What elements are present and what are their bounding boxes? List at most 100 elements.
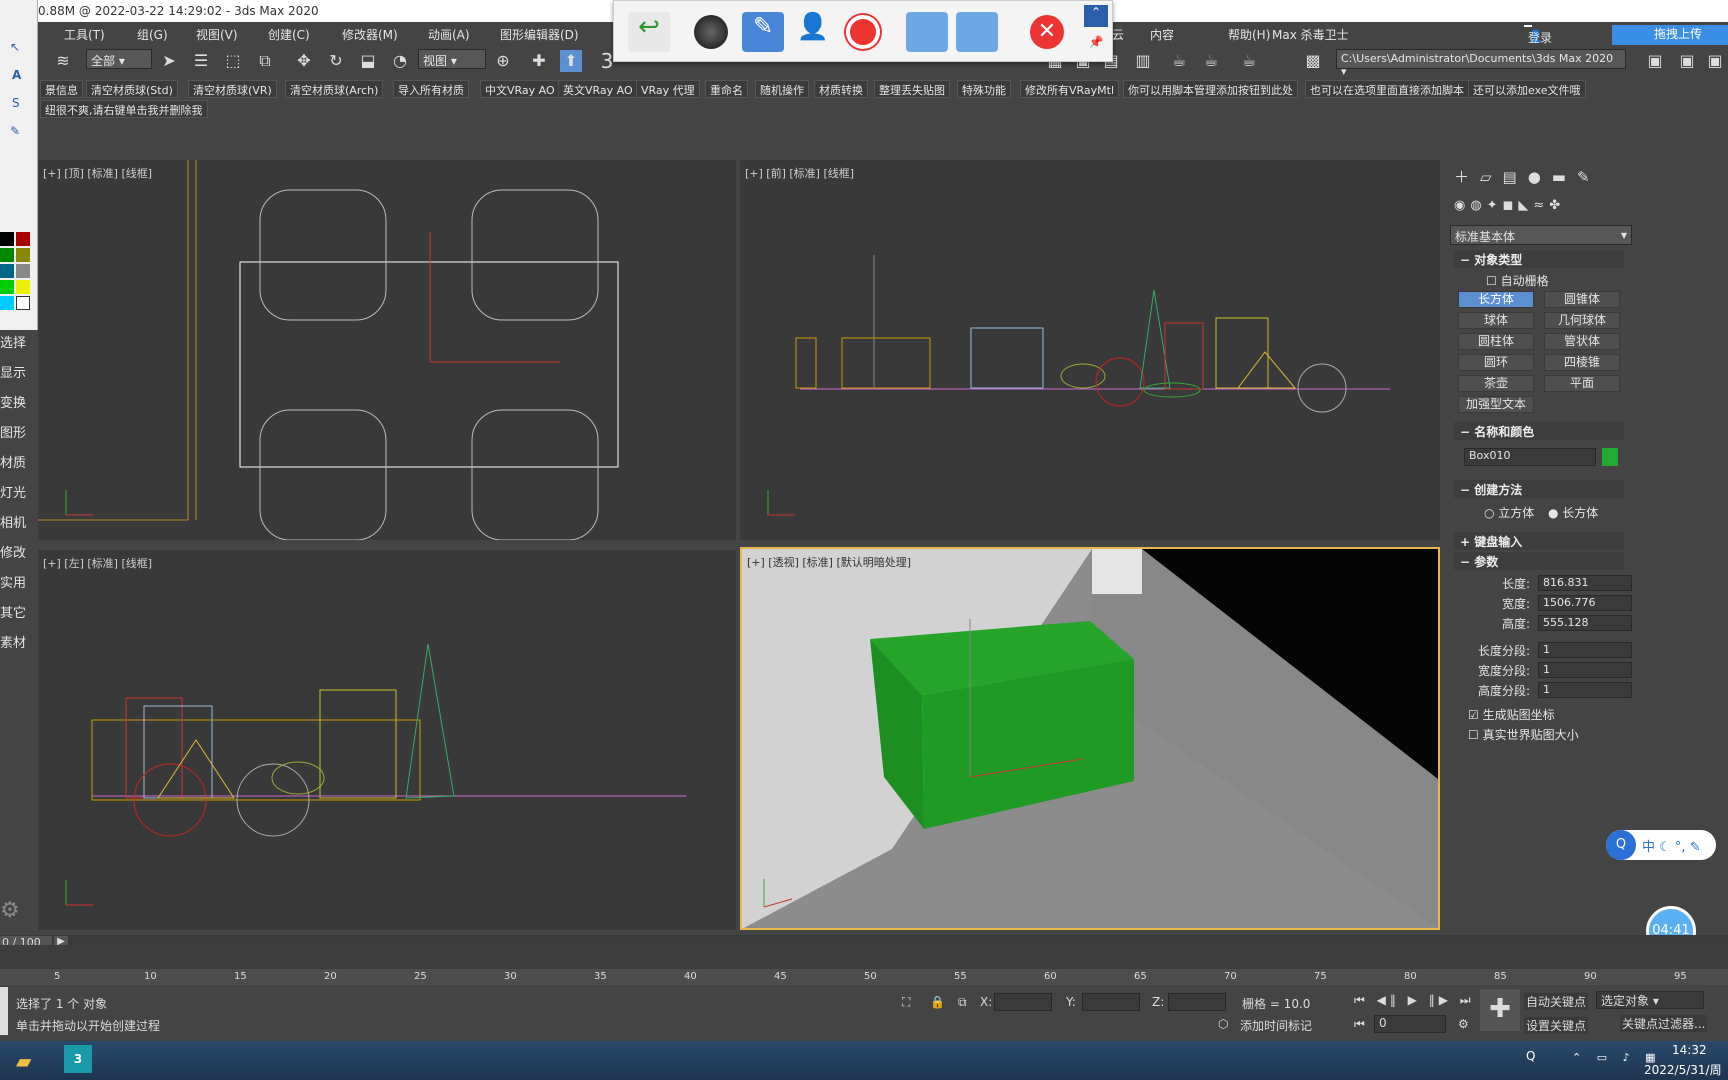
object-sphere-button[interactable]: 球体 [1458,312,1534,329]
place-icon[interactable]: ◔ [389,50,411,72]
settings-gear-icon[interactable]: ⚙ [0,898,20,923]
object-geosphere-button[interactable]: 几何球体 [1544,312,1620,329]
method-box-radio[interactable]: ● 长方体 [1548,504,1598,521]
viewport-top[interactable]: [+] [顶] [标准] [线框] [38,160,736,540]
render-iterative-icon[interactable]: ☕ [1238,50,1260,72]
rollout-keyboard-entry[interactable]: + 键盘输入 [1454,532,1624,550]
pin-icon[interactable]: 📌 [1084,35,1108,57]
gen-mapping-checkbox[interactable]: ☑ 生成贴图坐标 [1468,706,1555,723]
rect-selection-icon[interactable]: ⬚ [222,50,244,72]
script-button[interactable]: 清空材质球(Arch) [285,80,384,98]
qq-tray-icon[interactable]: Q [1526,1049,1535,1063]
menu-tools[interactable]: 工具(T) [64,26,105,43]
workspace-icon[interactable]: ▣ [1644,50,1666,72]
z-coord-field[interactable] [1168,993,1226,1011]
script-button[interactable]: 中文VRay AO [480,80,560,98]
create-category-icons[interactable]: ◉◍✦◼◣≈✤ [1454,198,1624,213]
login-button[interactable]: 👤 登录 [1524,25,1552,45]
pivot-icon[interactable]: ⊕ [492,50,514,72]
autogrid-checkbox[interactable]: ☐ 自动栅格 [1486,272,1549,289]
object-pyramid-button[interactable]: 四棱锥 [1544,354,1620,371]
script-button[interactable]: 随机操作 [755,80,809,98]
absolute-mode-icon[interactable]: ⧉ [958,995,967,1010]
object-cylinder-button[interactable]: 圆柱体 [1458,333,1534,350]
menu-views[interactable]: 视图(V) [196,26,238,43]
close-icon[interactable]: ✕ [1026,12,1068,52]
script-button[interactable]: 还可以添加exe文件哦 [1468,80,1586,98]
record-icon[interactable] [842,12,884,52]
script-button[interactable]: 你可以用脚本管理添加按钮到此处 [1123,80,1298,98]
rollout-object-type[interactable]: − 对象类型 [1454,250,1624,268]
timeline-ruler[interactable]: 5 10 15 20 25 30 35 40 45 50 55 60 65 70… [0,945,1728,985]
script-button[interactable]: 重命名 [705,80,748,98]
script-button[interactable]: 材质转换 [814,80,868,98]
object-textplus-button[interactable]: 加强型文本 [1458,396,1534,413]
select-by-name-icon[interactable]: ☰ [190,50,212,72]
command-panel-tabs[interactable]: ＋▱▤●▬✎ [1454,166,1624,187]
script-button[interactable]: 英文VRay AO [558,80,638,98]
menu-cloud[interactable]: 云 [1112,26,1124,43]
side-material[interactable]: 材质 [0,452,26,471]
script-button[interactable]: 清空材质球(Std) [86,80,178,98]
fullscreen-icon[interactable] [906,12,948,52]
script-button[interactable]: 纽很不爽,请右键单击我并删除我 [40,100,208,118]
object-teapot-button[interactable]: 茶壶 [1458,375,1534,392]
time-config-icon[interactable]: ⚙ [1458,1017,1469,1031]
workspace-more-icon[interactable]: ▣ [1704,50,1726,72]
window-crossing-icon[interactable]: ⧉ [254,50,276,72]
y-coord-field[interactable] [1082,993,1140,1011]
set-key-icon[interactable]: ✚ [1480,989,1520,1031]
height-segs-spinner[interactable]: 1 [1538,682,1632,698]
width-segs-spinner[interactable]: 1 [1538,662,1632,678]
side-display[interactable]: 显示 [0,362,26,381]
height-spinner[interactable]: 555.128 [1538,615,1632,631]
length-segs-spinner[interactable]: 1 [1538,642,1632,658]
maxscript-listener[interactable] [0,987,8,1035]
menu-create[interactable]: 创建(C) [268,26,310,43]
menu-group[interactable]: 组(G) [137,26,168,43]
object-box-button[interactable]: 长方体 [1458,291,1534,308]
file-explorer-icon[interactable]: ▰ [16,1049,31,1073]
text-tool-icon[interactable]: A [12,68,21,82]
tag-icon[interactable]: ⬡ [1218,1017,1228,1031]
script-button[interactable]: 也可以在选项里面直接添加脚本 [1305,80,1469,98]
key-filter-button[interactable]: 关键点过滤器... [1620,1015,1708,1032]
viewport-perspective[interactable]: [+] [透视] [标准] [默认明暗处理] [740,547,1440,930]
collapse-icon[interactable]: ⌃ [1084,5,1108,27]
auto-key-button[interactable]: 自动关键点 [1524,993,1589,1010]
viewport-left[interactable]: [+] [左] [标准] [线框] [38,550,736,930]
script-button[interactable]: 导入所有材质 [393,80,469,98]
object-cone-button[interactable]: 圆锥体 [1544,291,1620,308]
script-button[interactable]: 修改所有VRayMtl [1020,80,1120,98]
menu-modifiers[interactable]: 修改器(M) [342,26,398,43]
3dsmax-taskbar-icon[interactable]: 3 [64,1045,92,1073]
rollout-name-color[interactable]: − 名称和颜色 [1454,422,1624,440]
object-tube-button[interactable]: 管状体 [1544,333,1620,350]
move-icon[interactable]: ✥ [293,50,315,72]
region-select-icon[interactable] [956,12,998,52]
project-path-dropdown[interactable]: C:\Users\Administrator\Documents\3ds Max… [1336,49,1626,78]
real-world-checkbox[interactable]: ☐ 真实世界贴图大小 [1468,726,1579,743]
viewport-front[interactable]: [+] [前] [标准] [线框] [740,160,1440,540]
x-coord-field[interactable] [994,993,1052,1011]
lock-icon[interactable]: 🔒 [930,995,945,1009]
object-plane-button[interactable]: 平面 [1544,375,1620,392]
rollout-creation-method[interactable]: − 创建方法 [1454,480,1624,498]
grid-icon[interactable]: ▩ [1302,50,1324,72]
isolate-icon[interactable]: ⛶ [902,995,910,1010]
side-select[interactable]: 选择 [0,332,26,351]
menu-antivirus[interactable]: Max 杀毒卫士 [1272,26,1349,43]
side-modify[interactable]: 修改 [0,542,26,561]
object-color-swatch[interactable] [1602,448,1618,466]
render-frame-icon[interactable]: ▥ [1132,50,1154,72]
viewport-label[interactable]: [+] [透视] [标准] [默认明暗处理] [747,554,911,570]
side-assets[interactable]: 素材 [0,632,26,651]
key-mode-icon[interactable]: ⏮ [1354,1017,1365,1032]
side-light[interactable]: 灯光 [0,482,26,501]
primitive-type-dropdown[interactable]: 标准基本体 ▾ [1450,225,1632,245]
link-icon[interactable]: ≋ [52,50,74,72]
menu-content[interactable]: 内容 [1150,26,1174,43]
length-spinner[interactable]: 816.831 [1538,575,1632,591]
ime-toolbar[interactable]: Q 中 ☾ °, ✎ [1606,830,1716,860]
menu-help[interactable]: 帮助(H) [1228,26,1270,43]
